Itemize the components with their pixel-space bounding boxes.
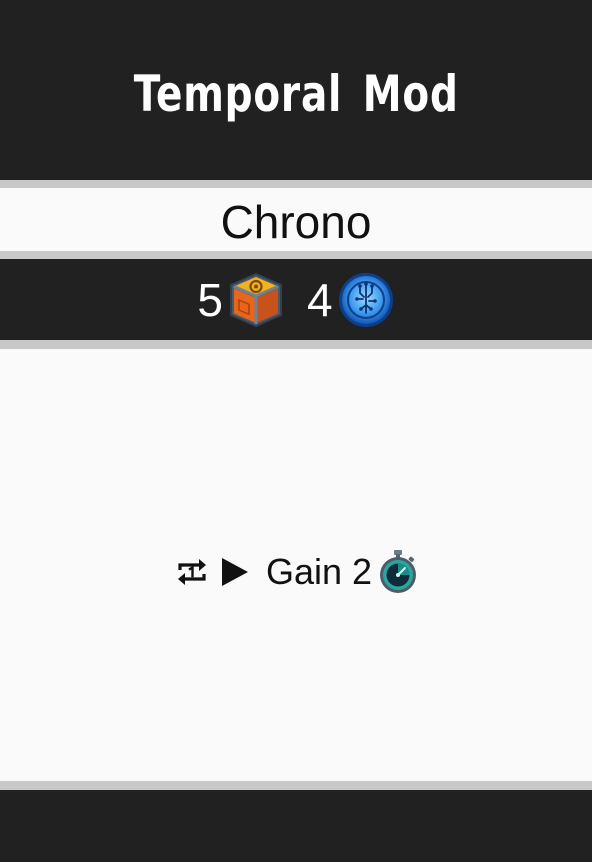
card: Temporal Mod Chrono 5 4 Gain 2 <box>0 0 592 862</box>
title-band: Temporal Mod <box>0 0 592 180</box>
card-title: Temporal Mod <box>133 65 459 123</box>
footer-band <box>0 790 592 862</box>
circuit-energy-icon <box>337 271 395 329</box>
cost-band: 5 4 <box>0 259 592 340</box>
cost-amount: 4 <box>307 273 333 326</box>
ability-line: Gain 2 <box>174 549 418 595</box>
separator <box>0 340 592 349</box>
separator <box>0 180 592 188</box>
repeat-once-icon <box>174 554 210 590</box>
cost-amount: 5 <box>197 273 223 326</box>
separator <box>0 781 592 790</box>
material-crate-icon <box>227 271 285 329</box>
card-body: Gain 2 <box>0 349 592 781</box>
separator <box>0 251 592 259</box>
play-arrow-icon <box>220 556 250 588</box>
stopwatch-icon <box>378 549 418 595</box>
cost-item-energy: 4 <box>307 271 395 329</box>
card-subtype: Chrono <box>220 195 372 248</box>
cost-item-material: 5 <box>197 271 285 329</box>
ability-text: Gain <box>265 551 342 592</box>
ability-amount: 2 <box>352 551 373 592</box>
subtype-band: Chrono <box>0 188 592 251</box>
